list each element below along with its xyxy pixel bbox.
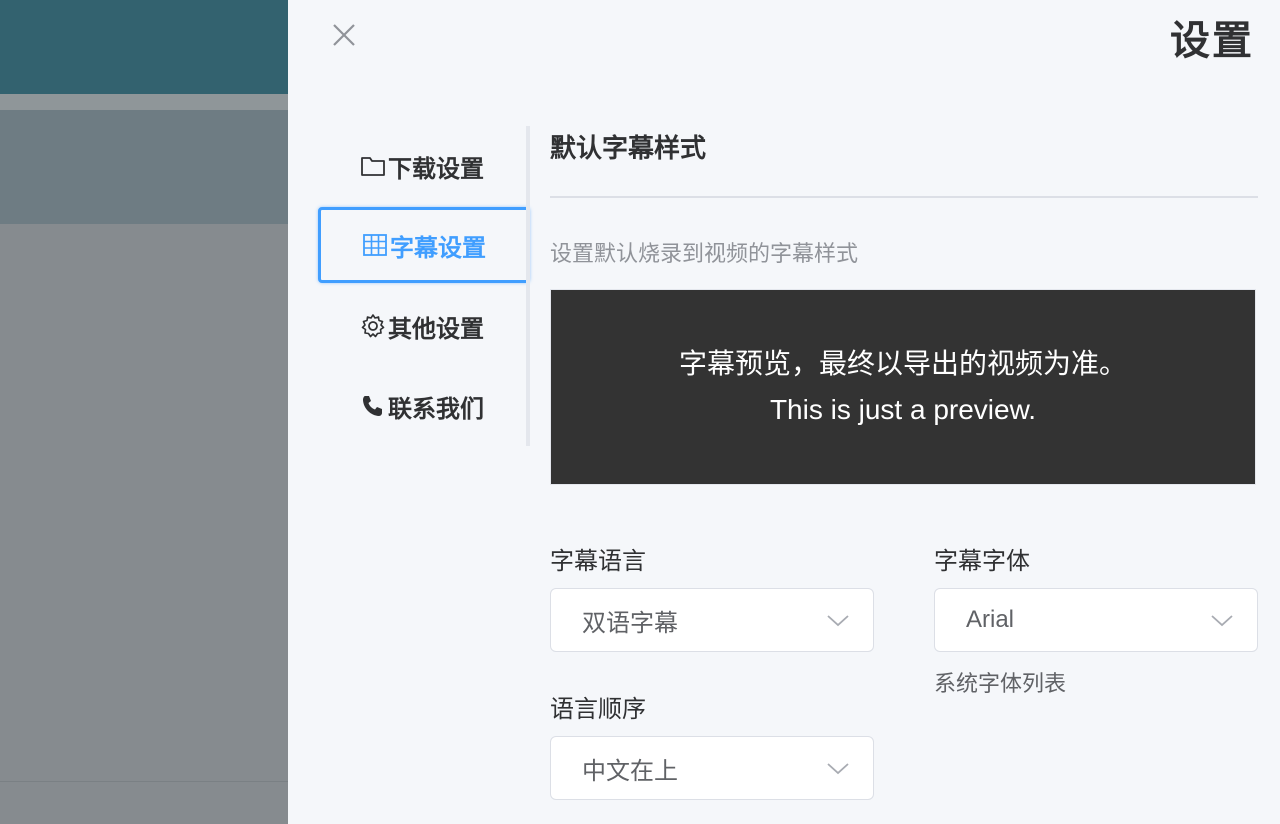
phone-icon bbox=[360, 393, 386, 419]
language-select[interactable]: 双语字幕 bbox=[550, 588, 874, 652]
close-button[interactable] bbox=[330, 21, 358, 49]
menu-divider bbox=[526, 126, 530, 446]
background-app-band bbox=[0, 110, 288, 224]
preview-line-chinese: 字幕预览，最终以导出的视频为准。 bbox=[678, 348, 1127, 379]
language-select-value: 双语字幕 bbox=[582, 608, 678, 637]
subtitle-settings-panel: 默认字幕样式 设置默认烧录到视频的字幕样式 字幕预览，最终以导出的视频为准。 T… bbox=[550, 0, 1258, 824]
chevron-down-icon bbox=[1211, 615, 1233, 627]
order-label: 语言顺序 bbox=[550, 695, 646, 723]
menu-item-label: 联系我们 bbox=[388, 394, 484, 423]
font-select-value: Arial bbox=[966, 606, 1015, 633]
menu-item-label: 下载设置 bbox=[388, 154, 484, 183]
font-label: 字幕字体 bbox=[934, 547, 1030, 575]
background-app-stripe bbox=[0, 94, 288, 110]
menu-item-label: 其他设置 bbox=[388, 314, 484, 343]
order-select[interactable]: 中文在上 bbox=[550, 736, 874, 800]
menu-item-other[interactable]: 其他设置 bbox=[318, 288, 526, 364]
font-hint: 系统字体列表 bbox=[934, 672, 1067, 697]
menu-item-contact[interactable]: 联系我们 bbox=[318, 368, 526, 444]
settings-menu: 下载设置 字幕设置 其他设置 联系我们 bbox=[318, 126, 530, 446]
menu-item-subtitle[interactable]: 字幕设置 bbox=[318, 207, 530, 283]
background-divider bbox=[0, 781, 288, 782]
preview-line-english: This is just a preview. bbox=[769, 394, 1037, 425]
menu-item-download[interactable]: 下载设置 bbox=[318, 128, 526, 204]
order-select-value: 中文在上 bbox=[582, 756, 678, 785]
grid-icon bbox=[362, 232, 388, 258]
chevron-down-icon bbox=[827, 763, 849, 775]
folder-icon bbox=[360, 153, 386, 179]
background-app-overlay[interactable] bbox=[0, 224, 288, 824]
language-label: 字幕语言 bbox=[550, 547, 646, 575]
font-select[interactable]: Arial bbox=[934, 588, 1258, 652]
section-divider bbox=[550, 196, 1258, 198]
close-icon bbox=[333, 24, 355, 46]
section-title: 默认字幕样式 bbox=[550, 134, 707, 164]
gear-icon bbox=[360, 313, 386, 339]
subtitle-preview: 字幕预览，最终以导出的视频为准。 This is just a preview. bbox=[550, 289, 1256, 485]
chevron-down-icon bbox=[827, 615, 849, 627]
section-description: 设置默认烧录到视频的字幕样式 bbox=[550, 242, 859, 267]
background-app-header bbox=[0, 0, 288, 94]
menu-item-label: 字幕设置 bbox=[390, 233, 486, 262]
